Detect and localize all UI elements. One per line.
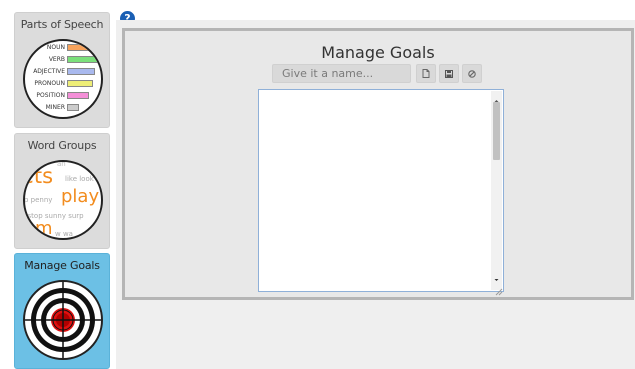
scroll-down-arrow[interactable] (491, 270, 502, 281)
word-group-text: ets (23, 164, 54, 188)
save-goal-button[interactable] (439, 64, 459, 83)
target-icon (25, 282, 101, 358)
pos-label: POSITION (36, 92, 65, 99)
pos-row: POSITION (25, 91, 101, 100)
card-title: Parts of Speech (20, 18, 104, 31)
editor-scrollbar[interactable] (491, 91, 502, 290)
pos-label: PRONOUN (34, 80, 65, 87)
pos-row: ADJECTIVE (25, 67, 101, 76)
ban-icon (468, 69, 476, 78)
word-group-text: play (61, 186, 100, 207)
resize-grip-icon[interactable] (493, 281, 503, 296)
save-icon (445, 69, 453, 78)
pos-bar (67, 68, 95, 75)
panel-title: Manage Goals (321, 43, 435, 62)
parts-of-speech-lens: NOUN VERB ADJECTIVE PRONOUN POSITION MIN… (23, 39, 103, 119)
card-title: Manage Goals (24, 259, 100, 272)
goal-name-input[interactable] (272, 64, 411, 83)
new-file-icon (422, 69, 430, 78)
pos-row: NOUN (25, 43, 101, 52)
word-group-text: w wa (55, 230, 73, 238)
pos-row: VERB (25, 55, 101, 64)
word-group-text: p penny (24, 196, 53, 204)
card-manage-goals[interactable]: Manage Goals (14, 253, 110, 369)
scroll-up-arrow[interactable] (491, 91, 502, 102)
card-word-groups[interactable]: Word Groups an ets like look p penny pla… (14, 133, 110, 249)
pos-row: MINER (25, 103, 101, 112)
delete-goal-button[interactable] (462, 64, 482, 83)
word-group-text: like look (65, 175, 94, 183)
pos-bar (67, 44, 97, 51)
card-parts-of-speech[interactable]: Parts of Speech NOUN VERB ADJECTIVE PRON… (14, 12, 110, 128)
pos-label: ADJECTIVE (33, 68, 65, 75)
word-groups-lens: an ets like look p penny play e stop sun… (23, 160, 103, 240)
card-title: Word Groups (27, 139, 97, 152)
scroll-thumb[interactable] (493, 102, 500, 160)
word-group-text: an (57, 160, 66, 168)
pos-row: PRONOUN (25, 79, 101, 88)
pos-label: MINER (45, 104, 65, 111)
pos-bar (67, 80, 93, 87)
word-group-text: e stop sunny surp (23, 212, 84, 220)
manage-goals-panel: Manage Goals (122, 28, 634, 300)
pos-label: NOUN (46, 44, 65, 51)
word-group-text: m (35, 218, 53, 239)
goal-text-editor[interactable] (258, 89, 504, 296)
new-goal-button[interactable] (416, 64, 436, 83)
pos-label: VERB (48, 56, 65, 63)
target-icon (23, 280, 103, 360)
pos-bar (67, 56, 99, 63)
pos-bar (67, 92, 89, 99)
pos-bar (67, 104, 79, 111)
main-area: Manage Goals (116, 20, 635, 369)
